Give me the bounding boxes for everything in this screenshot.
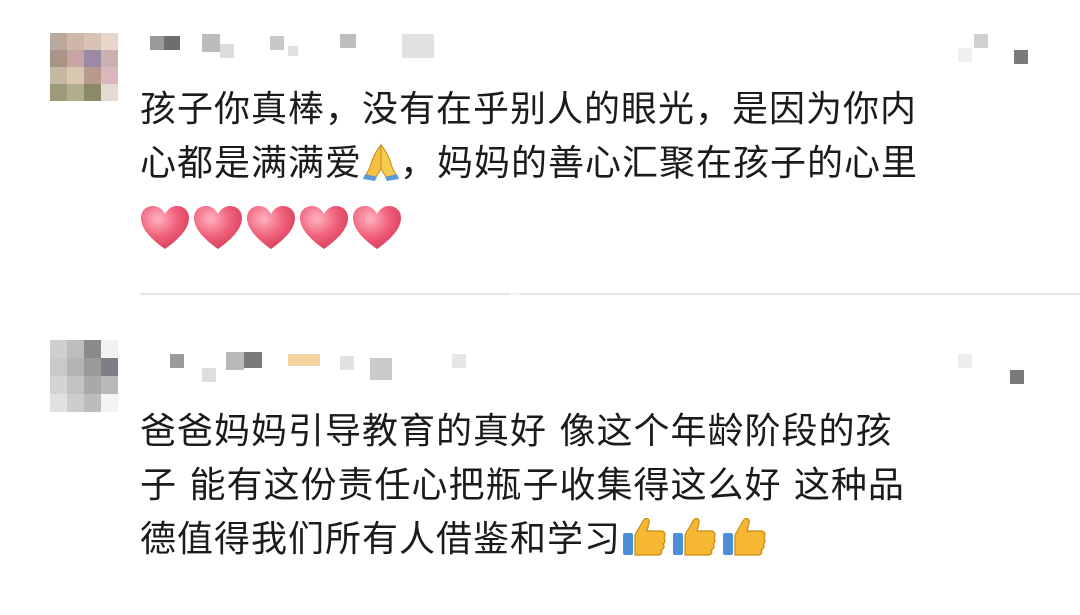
thumbs-up-icon [723,517,766,556]
comment-text-line: 孩子你真棒，没有在乎别人的眼光，是因为你内 [140,89,918,130]
comment-text-line: 子 能有这份责任心把瓶子收集得这么好 这种品 [140,465,905,506]
hearts-row [140,205,405,253]
comment-body: 爸爸妈妈引导教育的真好 像这个年龄阶段的孩 子 能有这份责任心把瓶子收集得这么好… [140,405,1040,567]
comment-text-line: 德值得我们所有人借鉴和学习 [140,519,622,560]
heart-icon [247,206,295,249]
heart-icon [300,206,348,249]
heart-icon [194,206,242,249]
username-pixelated[interactable] [140,348,1080,392]
comment-item: 孩子你真棒，没有在乎别人的眼光，是因为你内 心都是满满爱 ，妈妈的善心汇聚在孩子… [0,0,1080,296]
thumbs-up-icon [623,517,666,556]
comment-text-line: ，妈妈的善心汇聚在孩子的心里 [400,143,919,184]
heart-icon [353,206,401,249]
heart-icon [141,206,189,249]
avatar[interactable] [50,33,118,101]
comment-body: 孩子你真棒，没有在乎别人的眼光，是因为你内 心都是满满爱 ，妈妈的善心汇聚在孩子… [140,83,1040,191]
comment-text-line: 心都是满满爱 [140,143,363,184]
divider [140,293,1080,295]
folded-hands-icon [363,143,400,181]
thumbs-up-icon [673,517,716,556]
avatar[interactable] [50,340,118,412]
username-pixelated[interactable] [140,28,1080,88]
comment-text-line: 爸爸妈妈引导教育的真好 像这个年龄阶段的孩 [140,411,893,452]
